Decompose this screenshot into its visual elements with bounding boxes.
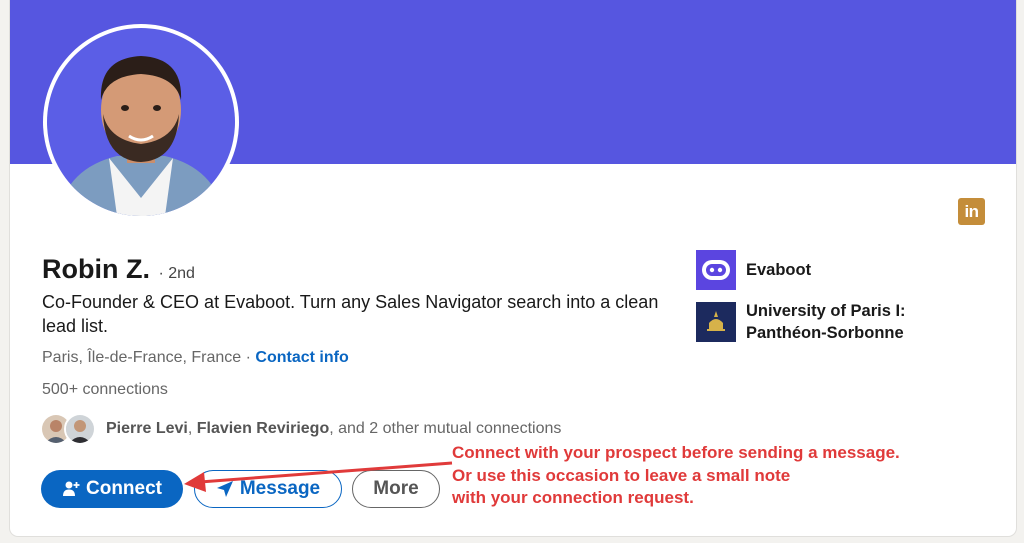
annotation-line-2: Or use this occasion to leave a small no…: [452, 465, 791, 485]
org-name-university-line1: University of Paris I:: [746, 302, 906, 320]
mutual-rest: , and 2 other mutual connections: [329, 420, 562, 437]
annotation-line-3: with your connection request.: [452, 488, 694, 507]
connections-count: 500+ connections: [42, 381, 168, 398]
name-row: Robin Z. · 2nd: [42, 254, 195, 285]
connect-label: Connect: [86, 478, 162, 499]
send-icon: [216, 481, 233, 497]
mutual-sep: ,: [187, 420, 197, 437]
mutual-connections-text: Pierre Levi, Flavien Reviriego, and 2 ot…: [106, 420, 561, 438]
mutual-name-1[interactable]: Pierre Levi: [106, 420, 188, 437]
mutual-avatar-2: [64, 413, 96, 445]
profile-location: Paris, Île-de-France, France: [42, 349, 242, 366]
location-row: Paris, Île-de-France, France · Contact i…: [42, 349, 349, 367]
profile-photo: [47, 28, 235, 216]
add-person-icon: [63, 481, 80, 496]
annotation-text: Connect with your prospect before sendin…: [452, 442, 1012, 510]
mutual-name-2[interactable]: Flavien Reviriego: [197, 420, 330, 437]
connection-degree: · 2nd: [158, 265, 195, 282]
more-button[interactable]: More: [352, 470, 440, 508]
mutual-connections[interactable]: Pierre Levi, Flavien Reviriego, and 2 ot…: [40, 412, 561, 446]
org-education[interactable]: University of Paris I: Panthéon-Sorbonne: [696, 300, 906, 344]
message-button[interactable]: Message: [194, 470, 342, 508]
profile-name: Robin Z.: [42, 254, 150, 284]
linkedin-icon[interactable]: in: [958, 198, 985, 225]
location-separator: ·: [241, 349, 256, 366]
org-name-evaboot: Evaboot: [746, 261, 812, 279]
message-label: Message: [239, 478, 321, 499]
org-name-university: University of Paris I: Panthéon-Sorbonne: [746, 300, 906, 344]
profile-headline: Co-Founder & CEO at Evaboot. Turn any Sa…: [42, 292, 659, 336]
org-current-company[interactable]: Evaboot: [696, 250, 811, 290]
evaboot-logo: [696, 250, 736, 290]
more-label: More: [373, 478, 419, 499]
connect-button[interactable]: Connect: [41, 470, 183, 508]
annotation-line-1: Connect with your prospect before sendin…: [452, 443, 900, 462]
contact-info-link[interactable]: Contact info: [255, 349, 348, 366]
org-name-university-line2: Panthéon-Sorbonne: [746, 324, 904, 342]
profile-avatar[interactable]: [43, 24, 239, 220]
pantheon-logo: [696, 302, 736, 342]
